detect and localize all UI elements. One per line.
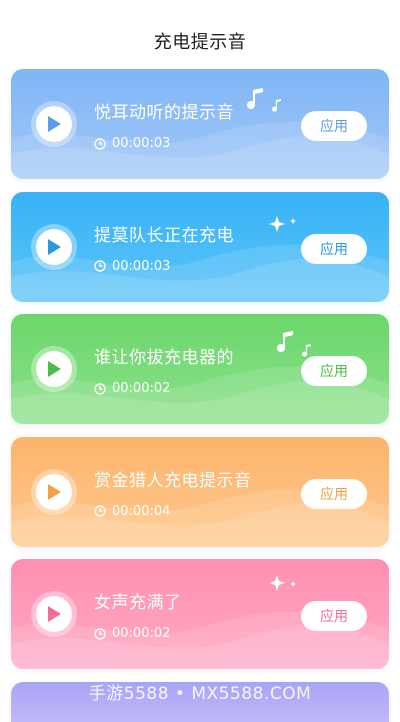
play-icon: [48, 238, 61, 255]
clock-icon: [94, 627, 106, 640]
apply-button[interactable]: 应用: [301, 356, 367, 386]
play-button[interactable]: [31, 346, 77, 392]
play-button[interactable]: [31, 101, 77, 147]
sparkle-icon: [269, 214, 299, 238]
tone-card[interactable]: 女声充满了 00:00:02 应用: [11, 559, 389, 669]
play-button[interactable]: [31, 468, 77, 515]
tone-card[interactable]: 赏金猎人充电提示音 00:00:04 应用: [11, 436, 389, 547]
tone-card[interactable]: 谁让你拔充电器的 00:00:02 应用: [11, 314, 389, 424]
tone-title: 提莫队长正在充电: [94, 225, 234, 246]
play-button[interactable]: [31, 591, 77, 637]
ringtone-list: 悦耳动听的提示音 00:00:03 应用 提莫队长正在充电 00:00:03 应…: [11, 69, 389, 722]
duration-text: 00:00:02: [112, 381, 171, 396]
tone-duration: 00:00:02: [94, 626, 170, 641]
tone-card[interactable]: 提莫队长正在充电 00:00:03 应用: [11, 191, 389, 302]
play-icon: [48, 483, 61, 500]
duration-text: 00:00:04: [112, 503, 171, 519]
duration-text: 00:00:03: [112, 136, 171, 151]
clock-icon: [94, 505, 106, 517]
page-title: 充电提示音: [153, 32, 247, 53]
apply-button[interactable]: 应用: [301, 233, 367, 264]
tone-duration: 00:00:04: [94, 504, 170, 519]
tone-title: 谁让你拔充电器的: [94, 348, 234, 368]
clock-icon: [94, 260, 106, 272]
duration-text: 00:00:03: [112, 258, 171, 274]
tone-card[interactable]: 悦耳动听的提示音 00:00:03 应用: [11, 69, 389, 179]
duration-text: 00:00:02: [112, 626, 171, 641]
sparkle-icon: [269, 573, 299, 597]
tone-duration: 00:00:03: [94, 259, 170, 274]
tone-title: 悦耳动听的提示音: [94, 103, 234, 123]
apply-button[interactable]: 应用: [301, 111, 367, 141]
play-icon: [48, 116, 61, 132]
music-note-icon: [243, 83, 291, 121]
clock-icon: [94, 137, 106, 150]
apply-button[interactable]: 应用: [301, 478, 367, 509]
tone-title: 赏金猎人充电提示音: [94, 470, 252, 491]
play-icon: [48, 361, 61, 377]
tone-title: 女声充满了: [94, 593, 182, 613]
play-button[interactable]: [31, 223, 77, 270]
tone-duration: 00:00:02: [94, 381, 170, 396]
play-icon: [48, 606, 61, 622]
apply-button[interactable]: 应用: [301, 601, 367, 631]
clock-icon: [94, 382, 106, 395]
tone-duration: 00:00:03: [94, 136, 170, 151]
watermark: 手游5588 • MX5588.COM: [88, 684, 312, 704]
